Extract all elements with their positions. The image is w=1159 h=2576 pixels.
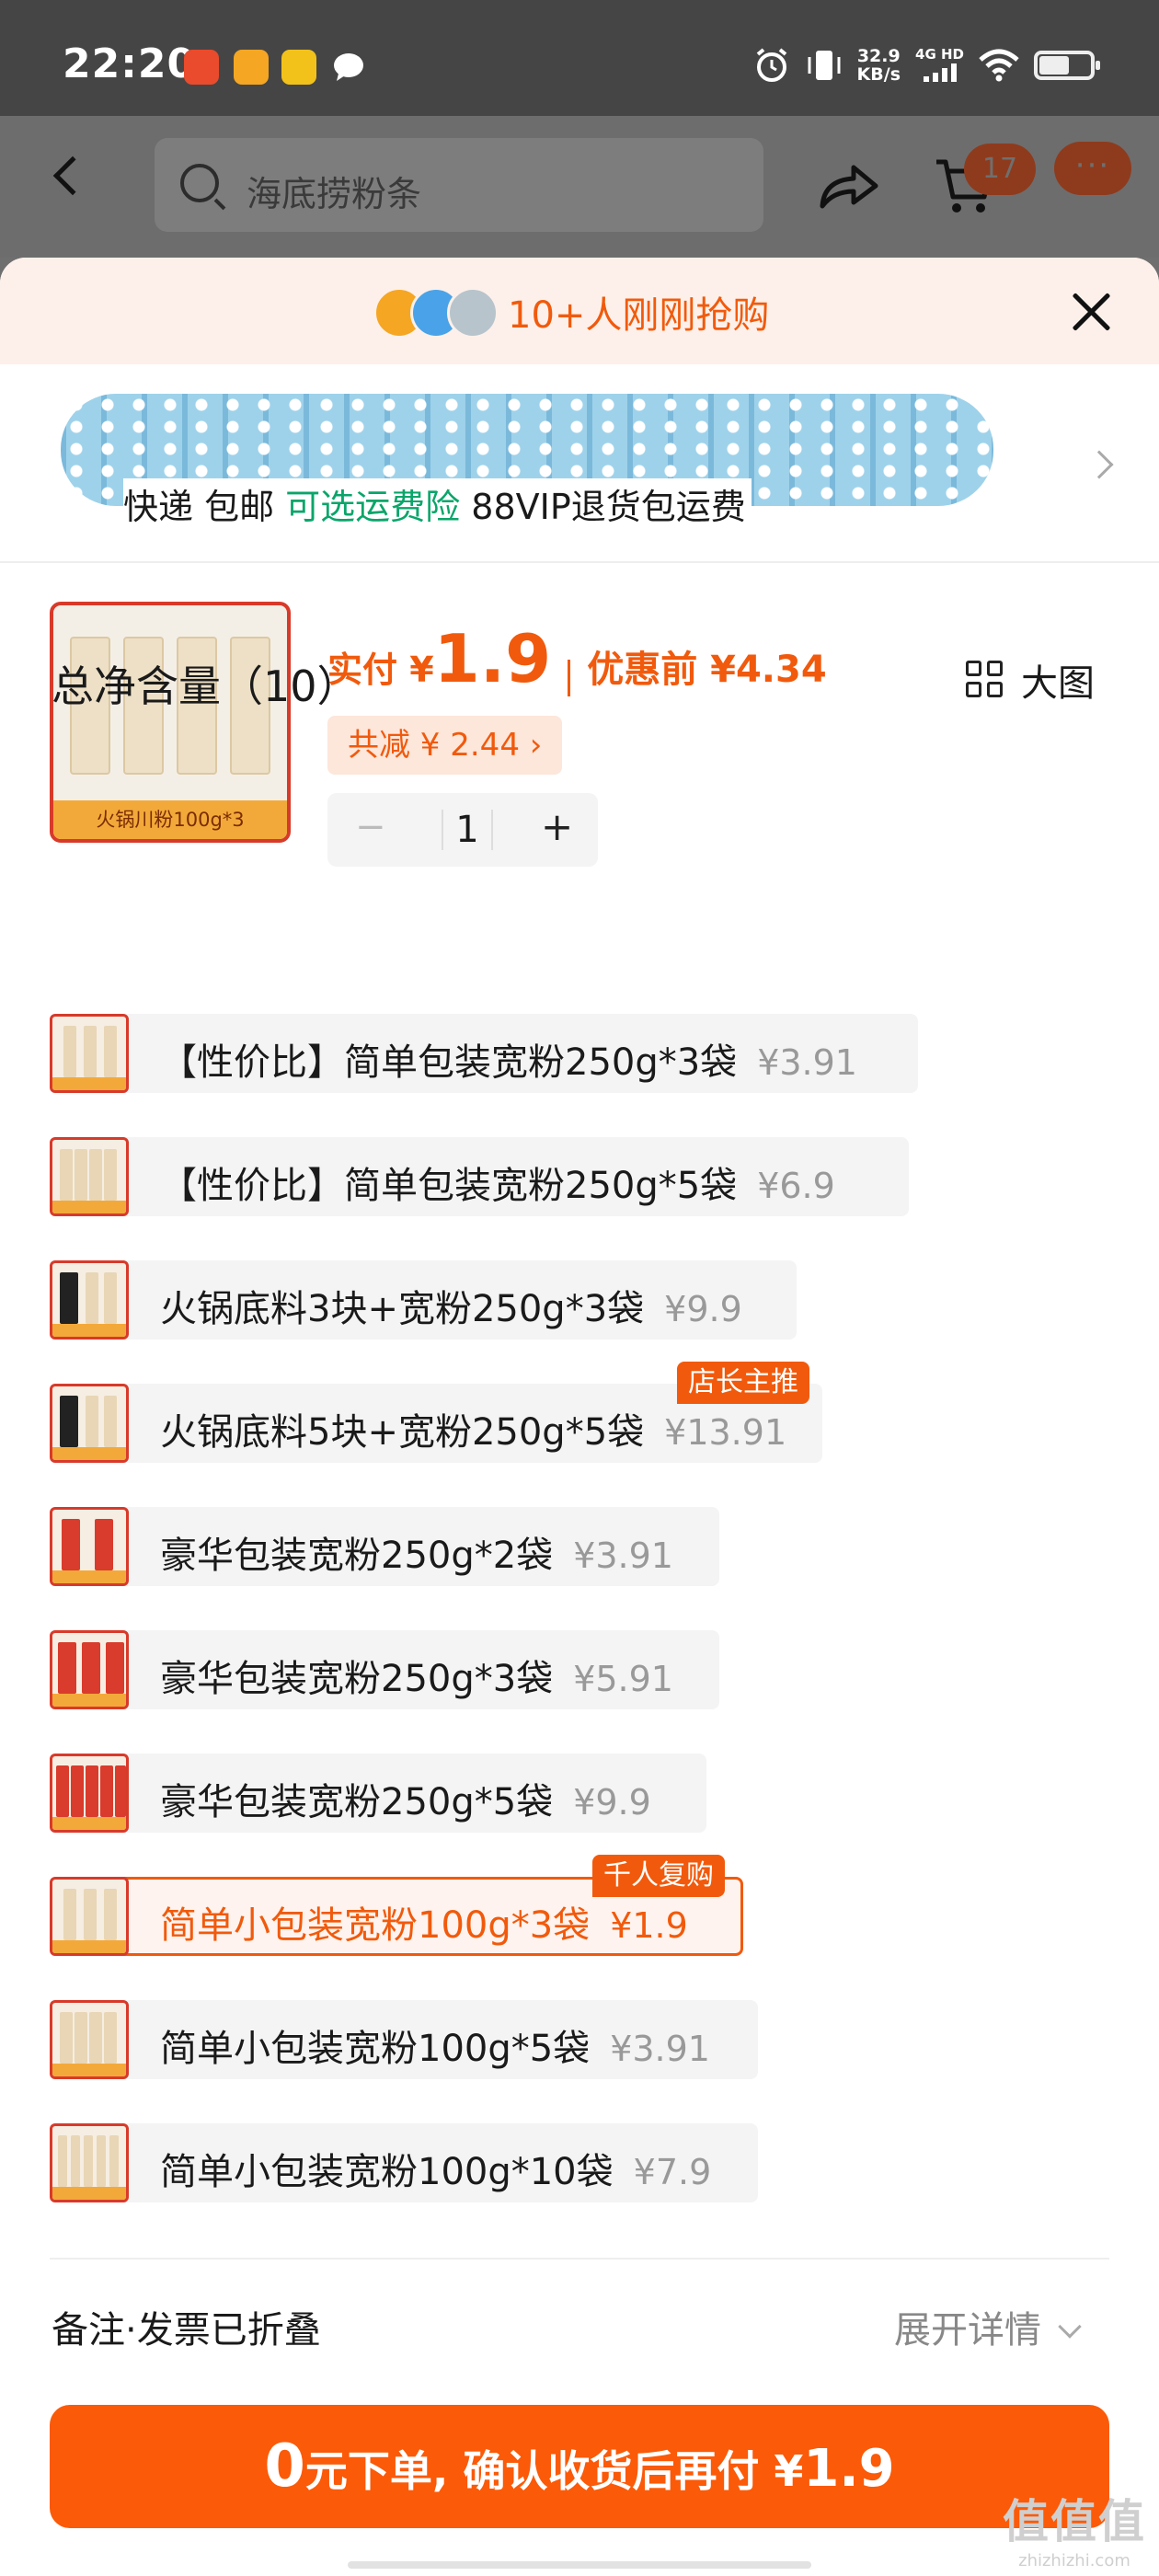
option-name: 豪华包装宽粉250g*5袋 (160, 1781, 554, 1823)
signal-indicator: 4G HD (915, 45, 964, 86)
sku-option[interactable]: 豪华包装宽粉250g*5袋 ¥9.9 (50, 1754, 706, 1833)
more-menu-button[interactable]: ··· (1054, 142, 1131, 195)
option-price: ¥3.91 (757, 1042, 857, 1083)
notes-invoice-label: 备注·发票已折叠 (52, 2309, 321, 2352)
option-thumbnail (50, 1630, 129, 1709)
option-name: 豪华包装宽粉250g*2袋 (160, 1535, 554, 1577)
cart-count-badge: 17 (964, 144, 1036, 195)
option-name: 【性价比】简单包装宽粉250g*5袋 (160, 1165, 738, 1207)
option-thumbnail (50, 1137, 129, 1216)
quantity-stepper: − 1 + (327, 793, 598, 867)
option-name: 豪华包装宽粉250g*3袋 (160, 1658, 554, 1700)
avatar (447, 287, 499, 339)
option-name: 简单小包装宽粉100g*5袋 (160, 2028, 591, 2070)
large-view-toggle[interactable]: 大图 (966, 653, 1095, 707)
sku-option[interactable]: 【性价比】简单包装宽粉250g*3袋 ¥3.91 (50, 1014, 918, 1093)
option-price: ¥3.91 (610, 2029, 710, 2069)
shipping-info: 快递 包邮 可选运费险 88VIP退货包运费 (123, 478, 752, 529)
option-name: 火锅底料3块+宽粉250g*3袋 (160, 1288, 645, 1330)
sku-option[interactable]: 豪华包装宽粉250g*3袋 ¥5.91 (50, 1630, 719, 1709)
option-price: ¥5.91 (573, 1659, 673, 1699)
option-thumbnail (50, 1754, 129, 1833)
buyer-avatars (373, 287, 502, 339)
sku-option[interactable]: 简单小包装宽粉100g*10袋 ¥7.9 (50, 2123, 758, 2202)
watermark-logo: 值值值 zhizhizhi.com (1003, 2495, 1146, 2570)
sku-option[interactable]: 豪华包装宽粉250g*2袋 ¥3.91 (50, 1507, 719, 1586)
close-icon[interactable] (1069, 289, 1113, 333)
option-name: 火锅底料5块+宽粉250g*5袋 (160, 1411, 645, 1454)
repeat-purchase-tag: 千人复购 (592, 1855, 725, 1897)
option-thumbnail (50, 1014, 129, 1093)
thumbnail-label: 火锅川粉100g*3 (53, 800, 287, 839)
option-name: 【性价比】简单包装宽粉250g*3袋 (160, 1041, 738, 1084)
place-order-button[interactable]: 0元下单, 确认收货后再付 ¥1.9 (50, 2405, 1109, 2528)
status-bar: 22:20 32.9 KB/s 4G HD (0, 0, 1159, 116)
shipping-address-row[interactable]: 快递 包邮 可选运费险 88VIP退货包运费 (0, 364, 1159, 563)
option-price: ¥7.9 (633, 2152, 712, 2192)
pay-price: 1.9 (433, 620, 552, 697)
vibrate-icon (808, 51, 841, 80)
divider (50, 2258, 1109, 2260)
app-notification-icon-2 (281, 50, 316, 85)
option-price: ¥6.9 (757, 1166, 835, 1206)
discount-details-button[interactable]: 共减 ¥ 2.44 › (327, 716, 563, 775)
status-time: 22:20 (63, 40, 197, 87)
option-price: ¥3.91 (573, 1535, 673, 1576)
grid-icon (966, 661, 1004, 699)
message-bubble-icon (331, 50, 366, 85)
sku-option[interactable]: 简单小包装宽粉100g*5袋 ¥3.91 (50, 2000, 758, 2079)
decrease-button[interactable]: − (355, 806, 386, 848)
expand-details-button[interactable]: 展开详情 (894, 2300, 1082, 2353)
status-right-cluster: 32.9 KB/s 4G HD (752, 42, 1100, 88)
chevron-right-icon (1084, 450, 1114, 479)
wifi-icon (979, 49, 1019, 82)
price-line: 实付 ¥1.9 优惠前 ¥4.34 (327, 620, 827, 697)
weibo-notification-icon (234, 50, 269, 85)
search-icon (180, 164, 219, 202)
network-speed: 32.9 KB/s (856, 46, 901, 85)
product-thumbnail[interactable]: 火锅川粉100g*3 (50, 602, 291, 843)
option-price: ¥9.9 (664, 1289, 742, 1329)
option-thumbnail (50, 2123, 129, 2202)
option-group-title: 总净含量（10） (52, 661, 360, 711)
share-icon[interactable] (817, 160, 881, 212)
option-price: ¥9.9 (573, 1782, 651, 1823)
option-thumbnail (50, 1384, 129, 1463)
option-thumbnail (50, 2000, 129, 2079)
option-name: 简单小包装宽粉100g*10袋 (160, 2151, 614, 2193)
increase-button[interactable]: + (541, 804, 573, 849)
option-price: ¥13.91 (664, 1412, 787, 1453)
back-arrow-icon[interactable] (52, 155, 93, 196)
sku-option[interactable]: 【性价比】简单包装宽粉250g*5袋 ¥6.9 (50, 1137, 909, 1216)
pre-discount-price: 优惠前 ¥4.34 (587, 649, 827, 691)
shipping-insurance-link[interactable]: 可选运费险 (285, 487, 460, 527)
top-nav: 海底捞粉条 17 ··· (0, 116, 1159, 258)
battery-icon (1034, 51, 1100, 80)
sku-option[interactable]: 火锅底料3块+宽粉250g*3袋 ¥9.9 (50, 1260, 797, 1340)
search-bar[interactable]: 海底捞粉条 (155, 138, 763, 232)
recent-buyers-text: 10+人刚刚抢购 (508, 294, 770, 337)
option-thumbnail (50, 1877, 129, 1956)
option-price: ¥1.9 (610, 1905, 688, 1946)
app-notification-icon (184, 50, 219, 85)
shop-recommended-tag: 店长主推 (677, 1362, 809, 1404)
option-name: 简单小包装宽粉100g*3袋 (160, 1904, 591, 1947)
option-thumbnail (50, 1507, 129, 1586)
quantity-value[interactable]: 1 (442, 810, 493, 850)
social-proof-banner: 10+人刚刚抢购 (0, 258, 1159, 364)
option-thumbnail (50, 1260, 129, 1340)
search-placeholder: 海底捞粉条 (247, 174, 422, 214)
home-indicator (348, 2561, 811, 2569)
signal-icon (923, 63, 957, 82)
chevron-down-icon (1058, 2315, 1082, 2339)
alarm-icon (756, 48, 786, 82)
